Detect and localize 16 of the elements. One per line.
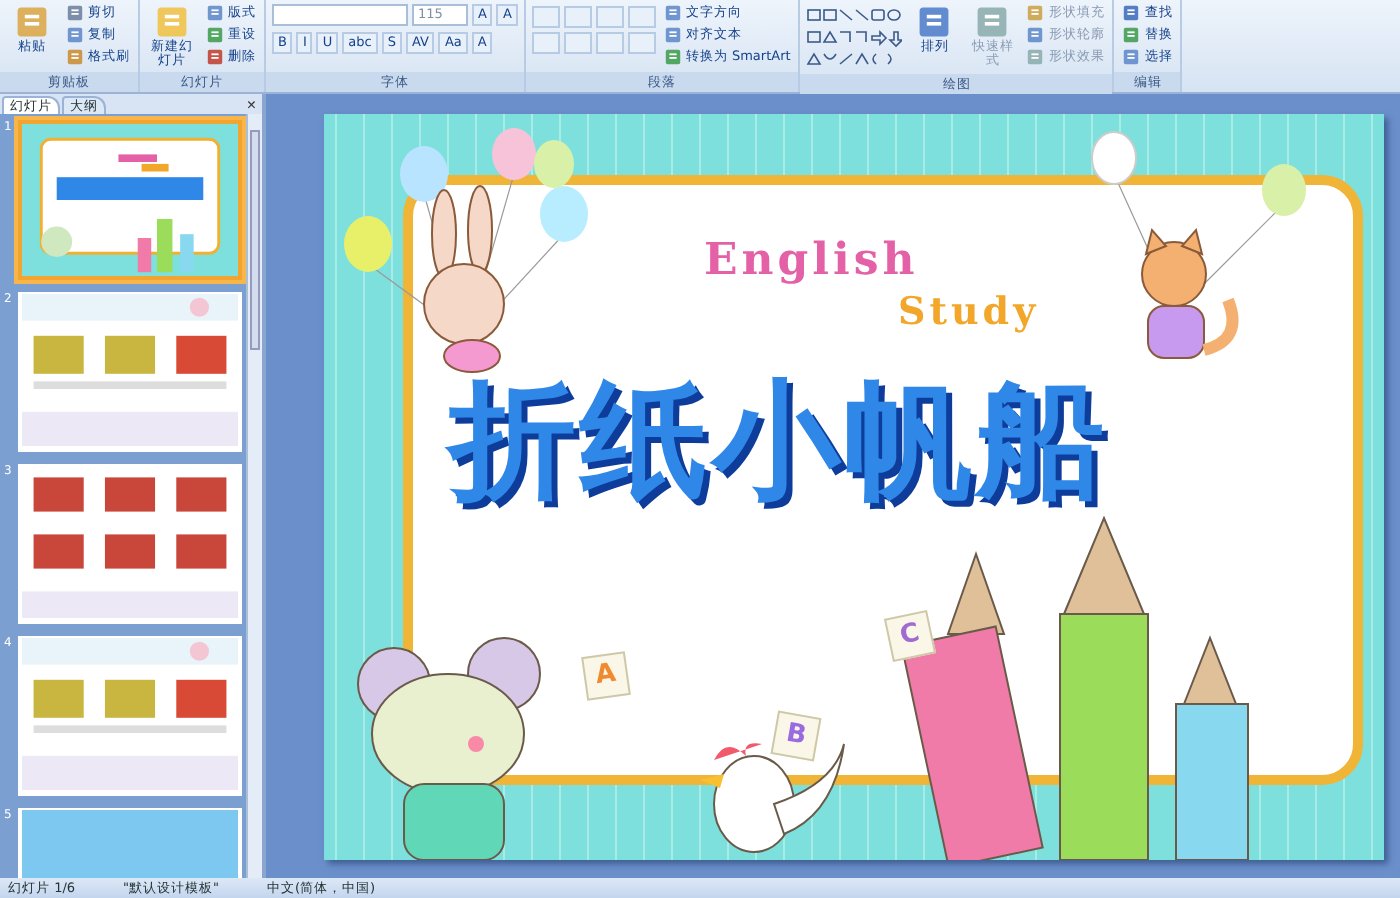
paragraph-button[interactable] <box>563 6 592 28</box>
paragraph-button[interactable] <box>563 32 592 54</box>
cat-drawing <box>1141 227 1239 359</box>
slide-title: 折纸小帆船 <box>448 366 1108 520</box>
paragraph-button[interactable] <box>627 6 656 28</box>
paragraph-button[interactable] <box>531 6 560 28</box>
scrollbar[interactable] <box>246 114 262 878</box>
paragraph-button[interactable] <box>595 32 624 54</box>
close-button[interactable]: × <box>240 98 262 114</box>
font-name-field[interactable] <box>272 4 408 26</box>
paragraph-button[interactable] <box>627 32 656 54</box>
paragraph-button[interactable] <box>595 6 624 28</box>
english-text: English <box>704 234 919 286</box>
paragraph-button[interactable] <box>531 32 560 54</box>
study-text: Study <box>898 290 1040 334</box>
slide-thumbnail[interactable] <box>18 120 242 280</box>
